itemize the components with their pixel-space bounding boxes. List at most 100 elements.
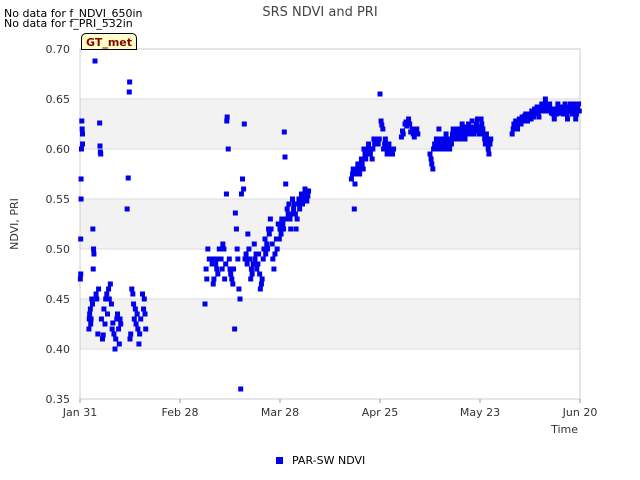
data-point	[363, 156, 369, 162]
data-point	[367, 151, 373, 157]
data-point	[127, 79, 133, 85]
data-point	[79, 126, 85, 132]
data-point	[133, 321, 139, 327]
data-point	[90, 266, 96, 272]
data-point	[88, 316, 94, 322]
data-point	[90, 301, 95, 307]
y-tick-label: 0.70	[46, 43, 71, 56]
data-point	[107, 281, 113, 287]
data-point	[293, 226, 299, 232]
data-point	[141, 306, 147, 312]
gt-met-badge[interactable]: GT_met	[81, 33, 137, 50]
data-point	[283, 181, 289, 187]
data-point	[377, 91, 383, 97]
data-point	[434, 146, 440, 152]
data-point	[118, 321, 124, 327]
data-point	[257, 286, 263, 292]
data-point	[351, 206, 357, 212]
data-point	[203, 266, 209, 272]
data-point	[115, 311, 120, 317]
data-point	[406, 116, 412, 122]
data-point	[576, 101, 582, 107]
y-tick-label: 0.35	[46, 393, 71, 406]
data-point	[88, 321, 94, 327]
data-point	[447, 146, 453, 152]
data-point	[106, 286, 112, 292]
data-point	[241, 186, 247, 192]
data-point	[486, 151, 492, 157]
data-point	[233, 226, 239, 232]
data-point	[251, 241, 257, 247]
data-point	[551, 116, 557, 122]
data-point	[270, 256, 276, 262]
data-point	[112, 346, 118, 352]
x-axis-label: Time	[550, 423, 578, 436]
data-point	[104, 291, 110, 297]
data-point	[86, 326, 92, 332]
data-point	[205, 246, 211, 252]
data-point	[216, 246, 222, 252]
data-point	[376, 136, 382, 142]
data-point	[247, 256, 253, 262]
data-point	[116, 341, 122, 347]
data-point	[210, 281, 216, 287]
chart: 0.35 0.40 0.45 0.50 0.55 0.60 0.65 0.70 Jan 31 F…	[8, 5, 597, 467]
y-tick-label: 0.40	[46, 343, 71, 356]
data-point	[242, 256, 248, 262]
data-point	[297, 206, 303, 212]
data-point	[232, 326, 238, 332]
data-point	[252, 256, 258, 262]
chart-title: SRS NDVI and PRI	[262, 5, 377, 20]
data-point	[290, 196, 295, 202]
data-point	[257, 271, 263, 277]
data-point	[111, 331, 117, 337]
data-point	[127, 336, 133, 342]
data-point	[128, 331, 134, 337]
data-point	[476, 131, 482, 137]
data-point	[407, 121, 413, 127]
data-point	[262, 236, 268, 242]
y-tick-label: 0.55	[46, 193, 71, 206]
data-point	[219, 266, 225, 272]
data-point	[282, 154, 288, 160]
data-point	[218, 256, 224, 262]
data-point	[207, 256, 213, 262]
data-point	[140, 291, 145, 297]
data-point	[211, 276, 217, 282]
data-point	[131, 301, 137, 307]
data-point	[400, 131, 406, 137]
grid-bands	[80, 99, 580, 349]
data-point	[212, 256, 218, 262]
data-point	[288, 226, 294, 232]
data-point	[415, 131, 421, 137]
data-point	[232, 210, 238, 216]
data-point	[280, 221, 286, 227]
data-point	[113, 336, 119, 342]
data-point	[100, 332, 106, 338]
data-point	[436, 126, 442, 132]
data-point	[108, 301, 114, 307]
data-point	[366, 141, 372, 147]
x-tick-label: Jan 31	[62, 406, 97, 419]
data-point	[87, 311, 93, 317]
data-point	[132, 306, 138, 312]
y-tick-label: 0.50	[46, 243, 71, 256]
data-point	[80, 131, 85, 137]
data-point	[573, 116, 579, 122]
data-point	[286, 201, 292, 207]
data-point	[565, 116, 570, 122]
data-point	[263, 251, 269, 257]
data-point	[478, 116, 484, 122]
y-tick-label: 0.60	[46, 143, 71, 156]
data-point	[214, 266, 220, 272]
data-point	[109, 326, 115, 332]
data-point	[244, 261, 250, 267]
data-point	[223, 261, 229, 267]
data-point	[281, 129, 287, 135]
data-point	[571, 101, 577, 107]
data-point	[129, 286, 135, 292]
data-point	[482, 141, 488, 147]
data-point	[300, 201, 305, 207]
grid-band	[80, 299, 580, 349]
data-point	[105, 311, 110, 317]
